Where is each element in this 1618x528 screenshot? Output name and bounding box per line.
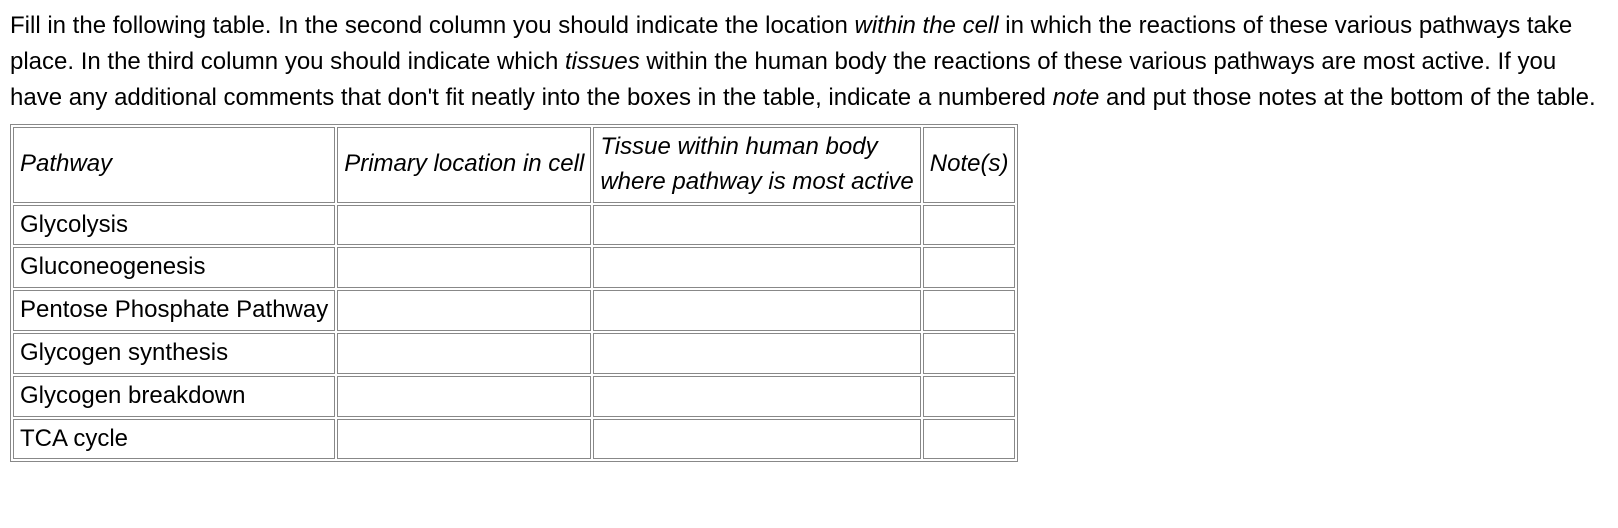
cell-pathway: Gluconeogenesis: [13, 247, 335, 288]
header-tissue-line1: Tissue within human body: [600, 133, 877, 160]
cell-pathway: TCA cycle: [13, 419, 335, 460]
table-row: Pentose Phosphate Pathway: [13, 290, 1015, 331]
instructions-em-2: tissues: [565, 48, 640, 75]
header-tissue: Tissue within human body where pathway i…: [593, 127, 920, 203]
cell-tissue: [593, 419, 920, 460]
instructions-paragraph: Fill in the following table. In the seco…: [10, 8, 1608, 116]
cell-tissue: [593, 290, 920, 331]
instructions-text-1: Fill in the following table. In the seco…: [10, 12, 855, 39]
instructions-text-4: and put those notes at the bottom of the…: [1099, 84, 1595, 111]
cell-location: [337, 205, 591, 246]
cell-note: [923, 205, 1016, 246]
cell-tissue: [593, 247, 920, 288]
cell-pathway: Pentose Phosphate Pathway: [13, 290, 335, 331]
table-row: Glycogen synthesis: [13, 333, 1015, 374]
cell-location: [337, 290, 591, 331]
cell-tissue: [593, 333, 920, 374]
header-tissue-line2: where pathway is most active: [600, 168, 913, 195]
cell-note: [923, 247, 1016, 288]
cell-note: [923, 419, 1016, 460]
table-row: Gluconeogenesis: [13, 247, 1015, 288]
cell-location: [337, 333, 591, 374]
cell-note: [923, 376, 1016, 417]
cell-location: [337, 419, 591, 460]
cell-pathway: Glycolysis: [13, 205, 335, 246]
cell-note: [923, 333, 1016, 374]
cell-pathway: Glycogen synthesis: [13, 333, 335, 374]
header-location: Primary location in cell: [337, 127, 591, 203]
cell-location: [337, 376, 591, 417]
table-row: Glycolysis: [13, 205, 1015, 246]
instructions-em-1: within the cell: [855, 12, 999, 39]
header-pathway: Pathway: [13, 127, 335, 203]
pathway-table: Pathway Primary location in cell Tissue …: [10, 124, 1018, 462]
table-row: Glycogen breakdown: [13, 376, 1015, 417]
cell-pathway: Glycogen breakdown: [13, 376, 335, 417]
cell-tissue: [593, 376, 920, 417]
cell-tissue: [593, 205, 920, 246]
cell-location: [337, 247, 591, 288]
table-header-row: Pathway Primary location in cell Tissue …: [13, 127, 1015, 203]
table-row: TCA cycle: [13, 419, 1015, 460]
cell-note: [923, 290, 1016, 331]
instructions-em-3: note: [1053, 84, 1100, 111]
header-notes: Note(s): [923, 127, 1016, 203]
